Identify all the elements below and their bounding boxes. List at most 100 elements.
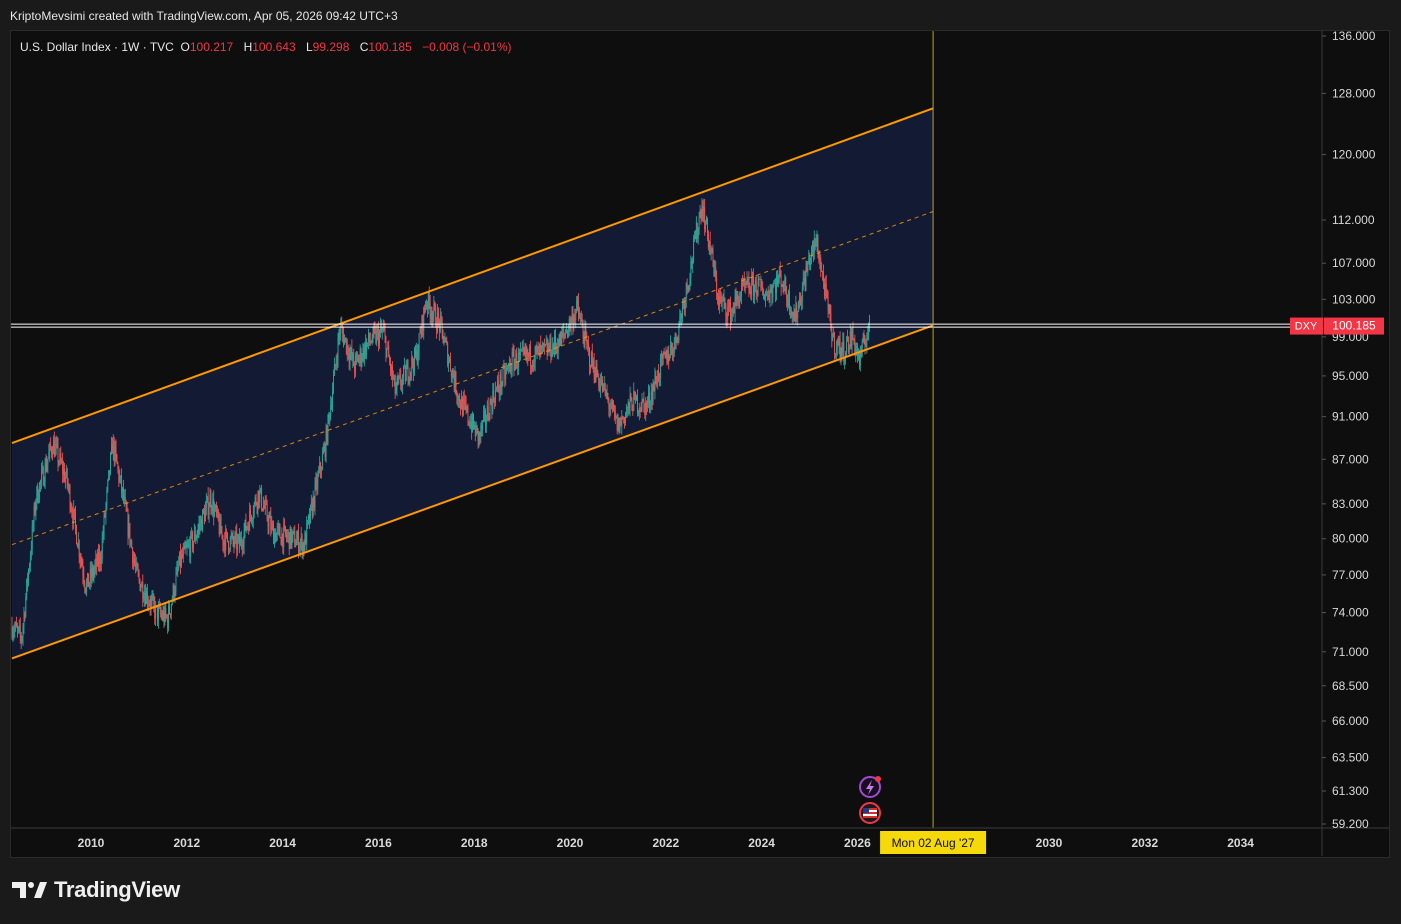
- candle-body: [822, 270, 824, 273]
- candle-body: [815, 242, 817, 247]
- symbol-name[interactable]: U.S. Dollar Index · 1W · TVC: [20, 40, 174, 54]
- candle-body: [442, 329, 444, 343]
- candle-body: [197, 528, 199, 535]
- candle-body: [591, 352, 593, 367]
- candle-body: [765, 294, 766, 298]
- candle-body: [259, 491, 261, 503]
- candle-body: [452, 369, 454, 378]
- candle-body: [428, 292, 430, 304]
- candle-body: [77, 541, 79, 548]
- candle-body: [312, 496, 314, 516]
- candle-body: [453, 377, 455, 387]
- candle-body: [432, 314, 434, 320]
- candle-body: [147, 603, 149, 605]
- candle-body: [227, 541, 229, 551]
- candle-body: [853, 338, 855, 340]
- candle-body: [237, 539, 239, 550]
- candle-body: [46, 464, 48, 471]
- candle-body: [223, 540, 225, 546]
- candle-body: [372, 327, 374, 341]
- candle-body: [97, 552, 99, 567]
- candle-body: [79, 556, 81, 560]
- candle-body: [713, 262, 715, 276]
- close-value: 100.185: [368, 40, 412, 54]
- candle-body: [472, 414, 473, 432]
- y-tick-label-13: 74.000: [1332, 606, 1369, 620]
- symbol-legend[interactable]: U.S. Dollar Index · 1W · TVC O100.217 H1…: [20, 40, 519, 54]
- high-value: 100.643: [252, 40, 296, 54]
- candle-body: [40, 471, 42, 481]
- candle-body: [266, 503, 268, 519]
- candle-body: [49, 443, 51, 453]
- candle-body: [16, 623, 18, 628]
- candle-body: [116, 454, 118, 464]
- candle-body: [190, 533, 192, 557]
- candle-body: [692, 260, 694, 265]
- candle-body: [665, 350, 667, 358]
- candle-body: [106, 489, 108, 504]
- candle-body: [559, 334, 561, 346]
- candle-body: [835, 353, 836, 354]
- candle-body: [368, 332, 370, 342]
- candle-body: [524, 350, 526, 355]
- candle-body: [205, 501, 207, 509]
- candle-body: [465, 403, 467, 410]
- candle-body: [691, 260, 693, 265]
- candle-body: [162, 611, 164, 619]
- candle-body: [570, 319, 572, 328]
- candle-body: [838, 338, 840, 345]
- candle-body: [819, 258, 821, 261]
- tradingview-brand[interactable]: TradingView: [12, 877, 180, 903]
- candle-body: [457, 396, 459, 401]
- candle-body: [533, 361, 535, 365]
- candle-body: [435, 306, 437, 327]
- candle-body: [109, 470, 111, 474]
- candle-body: [522, 347, 524, 349]
- y-tick-label-11: 80.000: [1332, 532, 1369, 546]
- candle-body: [664, 353, 666, 358]
- candle-body: [781, 284, 783, 287]
- candle-body: [828, 304, 830, 311]
- candle-body: [107, 479, 109, 490]
- candle-body: [729, 302, 730, 308]
- candle-body: [179, 551, 181, 566]
- candle-body: [464, 401, 466, 404]
- price-chart[interactable]: 136.000 128.000 120.000 112.000 107.000 103.0…: [0, 0, 1401, 924]
- candle-body: [528, 352, 530, 357]
- candle-body: [255, 497, 257, 504]
- candle-body: [482, 420, 484, 430]
- candle-body: [278, 526, 280, 528]
- candle-body: [287, 532, 289, 536]
- candle-body: [373, 327, 375, 330]
- candle-body: [745, 283, 747, 285]
- candle-body: [517, 366, 519, 369]
- y-tick-label-2: 120.000: [1332, 148, 1376, 162]
- candle-body: [219, 518, 221, 535]
- candle-body: [638, 408, 640, 413]
- candle-body: [793, 312, 795, 317]
- candle-body: [774, 283, 776, 284]
- candle-body: [740, 295, 742, 298]
- candle-body: [232, 533, 234, 542]
- candle-body: [133, 558, 135, 564]
- candle-body: [222, 535, 224, 546]
- candle-body: [700, 211, 702, 218]
- candle-body: [519, 350, 521, 356]
- candle-body: [99, 553, 100, 565]
- candle-body: [142, 582, 144, 599]
- candle-body: [224, 540, 226, 551]
- candle-body: [847, 336, 848, 342]
- candle-body: [473, 425, 475, 428]
- candle-body: [47, 459, 49, 465]
- candle-body: [99, 553, 101, 564]
- candle-body: [544, 344, 546, 346]
- candle-body: [671, 344, 672, 349]
- candle-body: [194, 531, 196, 541]
- candle-body: [518, 352, 520, 367]
- candle-body: [381, 330, 383, 332]
- candle-body: [59, 453, 61, 463]
- candle-body: [510, 370, 512, 372]
- y-tick-label-16: 66.000: [1332, 714, 1369, 728]
- candle-body: [130, 540, 132, 544]
- candle-body: [392, 378, 394, 380]
